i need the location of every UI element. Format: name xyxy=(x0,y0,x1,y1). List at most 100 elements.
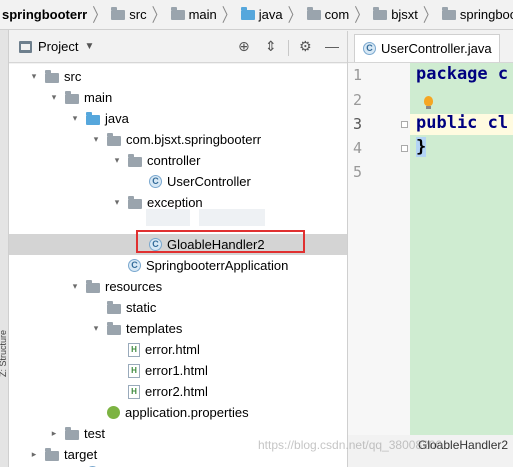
project-tree: ▾ src ▾ main ▾ java ▾ com.bjsxt.springbooterr ▾ c… xyxy=(9,64,347,467)
tree-item[interactable]: ▾ java xyxy=(9,108,347,129)
collapse-icon[interactable]: ⇕ xyxy=(265,38,277,55)
tree-item[interactable]: ▾ src xyxy=(9,66,347,87)
folder-icon xyxy=(107,321,121,335)
tree-item-label: application.properties xyxy=(125,405,249,420)
locate-icon[interactable]: ⊕ xyxy=(238,38,250,55)
tree-item[interactable]: Herror2.html xyxy=(9,381,347,402)
code-line: } xyxy=(416,137,427,157)
chevron-right-icon[interactable]: ▸ xyxy=(49,428,59,439)
folder-icon xyxy=(107,300,121,314)
source-folder-icon xyxy=(86,111,100,125)
tree-item[interactable]: ▾ templates xyxy=(9,318,347,339)
tree-item[interactable]: application.properties xyxy=(9,402,347,423)
chevron-down-icon[interactable]: ▾ xyxy=(70,281,80,292)
breadcrumb-separator: 〉 xyxy=(151,4,166,25)
package-icon xyxy=(107,132,121,146)
tree-item[interactable]: C UserController xyxy=(9,171,347,192)
line-number: 5 xyxy=(352,163,362,181)
line-number: 3 xyxy=(352,115,362,133)
folder-icon xyxy=(170,6,185,20)
source-folder-icon xyxy=(240,6,255,20)
closing-brace: } xyxy=(416,137,427,157)
class-icon: C xyxy=(363,42,376,55)
tree-item[interactable]: ▾ resources xyxy=(9,276,347,297)
folder-icon xyxy=(65,426,79,440)
tree-item-label: controller xyxy=(147,153,201,168)
tree-item-label: exception xyxy=(147,195,203,210)
tree-item-label: target xyxy=(64,447,98,462)
breadcrumb-item-src[interactable]: src xyxy=(111,6,147,22)
fold-icon[interactable] xyxy=(401,121,408,128)
spring-properties-icon xyxy=(107,406,120,419)
tree-item-label: templates xyxy=(126,321,183,336)
html-file-icon: H xyxy=(128,342,140,357)
package-icon xyxy=(128,195,142,209)
left-tool-strip: Z: Structure xyxy=(0,30,9,467)
folder-icon xyxy=(65,90,79,104)
tree-item-label: static xyxy=(126,300,157,315)
breadcrumb-item-java[interactable]: java xyxy=(240,6,283,22)
tree-item-label: resources xyxy=(105,279,163,294)
gear-icon[interactable]: ⚙ xyxy=(299,38,312,55)
project-view-selector[interactable]: Project xyxy=(38,39,78,54)
redacted-area xyxy=(199,209,265,226)
resources-folder-icon xyxy=(86,279,100,293)
chevron-right-icon[interactable]: ▸ xyxy=(29,449,39,460)
line-number: 2 xyxy=(352,91,362,109)
chevron-down-icon[interactable]: ▾ xyxy=(29,71,39,82)
tree-item-label: error.html xyxy=(145,342,200,357)
tree-item[interactable]: static xyxy=(9,297,347,318)
editor-tab-bar: C UserController.java xyxy=(348,31,513,63)
folder-icon xyxy=(45,447,59,461)
chevron-down-icon[interactable]: ▾ xyxy=(49,92,59,103)
breadcrumb-separator: 〉 xyxy=(92,4,107,25)
chevron-down-icon[interactable]: ▾ xyxy=(91,134,101,145)
breadcrumb-item-main[interactable]: main xyxy=(170,6,217,22)
watermark: https://blog.csdn.net/qq_38008200 xyxy=(258,438,443,452)
html-file-icon: H xyxy=(128,363,140,378)
chevron-down-icon[interactable]: ▾ xyxy=(112,197,122,208)
tree-item[interactable]: CSpringbooterrApplication xyxy=(9,255,347,276)
tree-item-label: error2.html xyxy=(145,384,208,399)
tree-item[interactable]: Herror.html xyxy=(9,339,347,360)
chevron-down-icon[interactable]: ▼ xyxy=(84,41,94,52)
folder-icon xyxy=(45,69,59,83)
redacted-area xyxy=(146,209,190,226)
hide-icon[interactable]: — xyxy=(325,38,339,54)
chevron-down-icon[interactable]: ▾ xyxy=(91,323,101,334)
tree-item[interactable]: CSpringbooterrApplication xyxy=(9,462,347,467)
editor-gutter: 1 2 3 4 5 xyxy=(348,63,411,435)
html-file-icon: H xyxy=(128,384,140,399)
tab-user-controller[interactable]: C UserController.java xyxy=(354,34,500,62)
tree-item-label: test xyxy=(84,426,105,441)
tree-item-label: error1.html xyxy=(145,363,208,378)
breadcrumb-separator: 〉 xyxy=(422,4,437,25)
chevron-down-icon[interactable]: ▾ xyxy=(70,113,80,124)
tree-item[interactable]: ▾ controller xyxy=(9,150,347,171)
fold-icon[interactable] xyxy=(401,145,408,152)
code-line: package c xyxy=(416,64,509,84)
package-icon xyxy=(441,6,456,20)
breadcrumb: springbooterr 〉 src 〉 main 〉 java 〉 com … xyxy=(0,0,513,30)
tree-item-label: main xyxy=(84,90,113,105)
package-icon xyxy=(306,6,321,20)
tree-item[interactable]: Herror1.html xyxy=(9,360,347,381)
breadcrumb-separator: 〉 xyxy=(354,4,369,25)
tree-item-label: com.bjsxt.springbooterr xyxy=(126,132,262,147)
toolbar-divider xyxy=(288,40,289,56)
code-editor[interactable]: package c public cl } xyxy=(410,63,513,435)
package-icon xyxy=(128,153,142,167)
breadcrumb-item-com[interactable]: com xyxy=(306,6,349,22)
line-number: 1 xyxy=(352,66,362,84)
tree-item[interactable]: ▾ main xyxy=(9,87,347,108)
lightbulb-icon[interactable] xyxy=(424,96,433,109)
breadcrumb-item-project[interactable]: springbooterr xyxy=(2,7,87,22)
breadcrumb-item-springbooterr[interactable]: springbooterr xyxy=(441,6,513,22)
tree-item-label: java xyxy=(105,111,129,126)
chevron-down-icon[interactable]: ▾ xyxy=(112,155,122,166)
breadcrumb-item-bjsxt[interactable]: bjsxt xyxy=(373,6,418,22)
structure-tool-button[interactable]: Z: Structure xyxy=(0,330,8,377)
tree-item[interactable]: ▾ com.bjsxt.springbooterr xyxy=(9,129,347,150)
highlight-box xyxy=(136,230,305,253)
folder-icon xyxy=(111,6,126,20)
